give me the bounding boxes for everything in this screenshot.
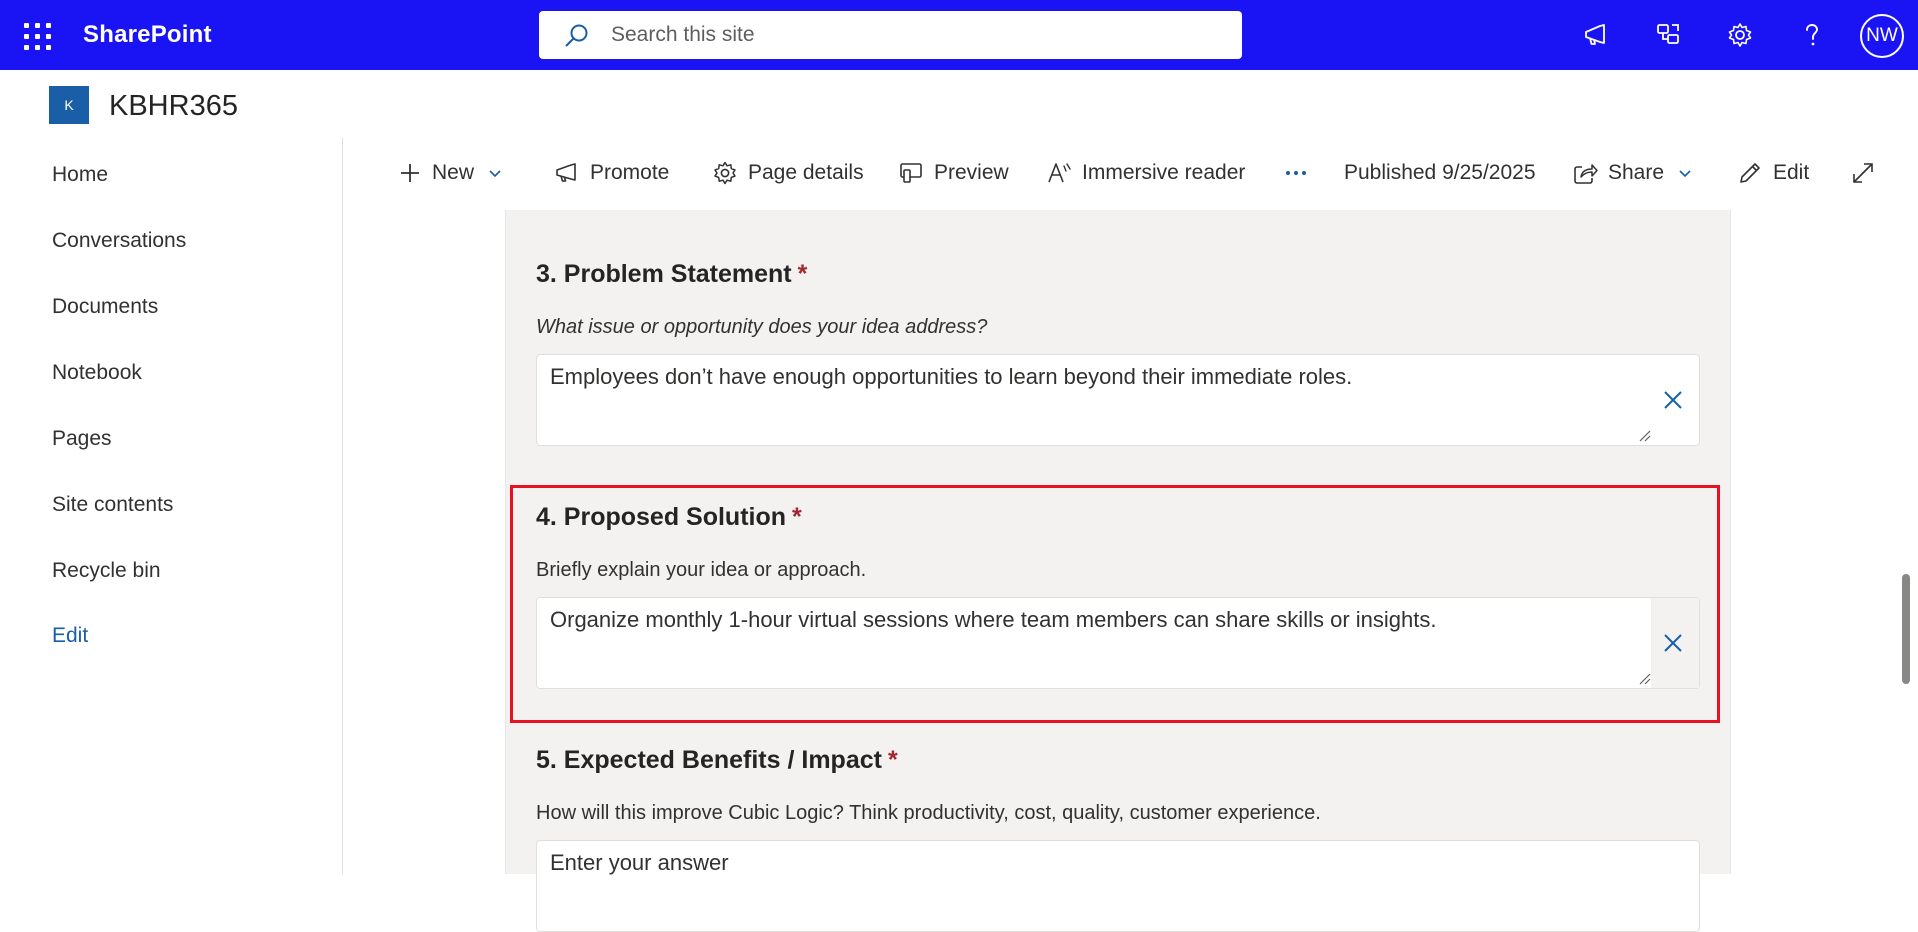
gear-icon	[714, 161, 736, 185]
page-scrollbar-thumb[interactable]	[1902, 574, 1910, 684]
page-details-button[interactable]: Page details	[712, 156, 864, 190]
megaphone-icon	[556, 163, 576, 182]
question-4-title: 4. Proposed Solution *	[536, 502, 802, 532]
nav-item-notebook[interactable]: Notebook	[52, 360, 142, 386]
question-4-answer-field[interactable]: Organize monthly 1-hour virtual sessions…	[536, 597, 1700, 689]
left-navigation: Home Conversations Documents Notebook Pa…	[0, 138, 343, 874]
edit-page-button[interactable]: Edit	[1737, 156, 1809, 190]
new-button-label: New	[432, 161, 475, 184]
preview-button[interactable]: Preview	[898, 156, 1009, 190]
share-icon	[1574, 164, 1598, 184]
question-4-help: Briefly explain your idea or approach.	[536, 559, 867, 581]
edit-label: Edit	[1773, 161, 1810, 184]
nav-edit-link[interactable]: Edit	[52, 623, 88, 649]
nav-item-home[interactable]: Home	[52, 162, 108, 188]
preview-icon	[900, 163, 922, 183]
help-icon[interactable]	[1794, 17, 1830, 53]
clear-answer-button[interactable]	[1659, 386, 1687, 414]
required-marker: *	[797, 260, 808, 288]
share-label: Share	[1608, 161, 1665, 184]
question-5-answer-placeholder: Enter your answer	[550, 850, 729, 875]
question-4-answer-text: Organize monthly 1-hour virtual sessions…	[550, 607, 1437, 632]
nav-item-conversations[interactable]: Conversations	[52, 228, 186, 254]
waffle-icon[interactable]	[20, 20, 51, 50]
suite-bar: SharePoint NW	[0, 0, 1918, 70]
required-marker: *	[792, 503, 802, 531]
nav-item-site-contents[interactable]: Site contents	[52, 492, 173, 518]
immersive-reader-label: Immersive reader	[1082, 161, 1246, 184]
search-icon	[565, 24, 588, 47]
question-5-title-text: 5. Expected Benefits / Impact	[536, 746, 882, 774]
question-3-title-text: 3. Problem Statement	[536, 260, 792, 288]
required-marker: *	[887, 746, 898, 774]
promote-label: Promote	[590, 161, 670, 184]
resize-grip-icon[interactable]	[1637, 671, 1651, 685]
published-label: Published 9/25/2025	[1344, 161, 1536, 184]
expand-button[interactable]	[1850, 156, 1876, 190]
teams-connect-icon[interactable]	[1650, 17, 1686, 53]
more-icon	[1286, 171, 1306, 175]
question-3-answer-field[interactable]: Employees don’t have enough opportunitie…	[536, 354, 1700, 446]
immersive-reader-button[interactable]: Immersive reader	[1046, 156, 1245, 190]
site-logo[interactable]: K	[49, 86, 89, 124]
more-options-button[interactable]	[1283, 156, 1309, 190]
pencil-icon	[1740, 163, 1760, 183]
resize-grip-icon[interactable]	[1637, 428, 1651, 442]
question-5-answer-field[interactable]: Enter your answer	[536, 840, 1700, 932]
page-details-label: Page details	[748, 161, 864, 184]
nav-item-pages[interactable]: Pages	[52, 426, 112, 452]
preview-label: Preview	[934, 161, 1009, 184]
new-button[interactable]: New	[398, 156, 502, 190]
search-input[interactable]	[611, 19, 1211, 51]
app-brand[interactable]: SharePoint	[83, 20, 212, 50]
share-button[interactable]: Share	[1572, 156, 1692, 190]
published-status: Published 9/25/2025	[1344, 156, 1536, 190]
plus-icon	[401, 164, 419, 182]
nav-item-recycle-bin[interactable]: Recycle bin	[52, 558, 161, 584]
chevron-down-icon	[1679, 170, 1691, 178]
search-box[interactable]	[539, 11, 1242, 59]
question-3-help: What issue or opportunity does your idea…	[536, 316, 988, 338]
avatar[interactable]: NW	[1860, 14, 1904, 58]
gear-icon[interactable]	[1722, 17, 1758, 53]
question-3-answer-text: Employees don’t have enough opportunitie…	[550, 364, 1353, 389]
question-3-title: 3. Problem Statement *	[536, 259, 807, 289]
clear-answer-button[interactable]	[1659, 629, 1687, 657]
close-icon	[1664, 634, 1682, 652]
question-5-help: How will this improve Cubic Logic? Think…	[536, 802, 1321, 824]
close-icon	[1664, 391, 1682, 409]
chevron-down-icon	[489, 170, 501, 178]
question-5-title: 5. Expected Benefits / Impact *	[536, 745, 898, 775]
site-title[interactable]: KBHR365	[109, 88, 238, 124]
expand-icon	[1853, 163, 1873, 183]
promote-button[interactable]: Promote	[554, 156, 669, 190]
nav-item-documents[interactable]: Documents	[52, 294, 158, 320]
immersive-reader-icon	[1048, 163, 1071, 183]
megaphone-icon[interactable]	[1578, 17, 1614, 53]
question-4-title-text: 4. Proposed Solution	[536, 503, 787, 531]
